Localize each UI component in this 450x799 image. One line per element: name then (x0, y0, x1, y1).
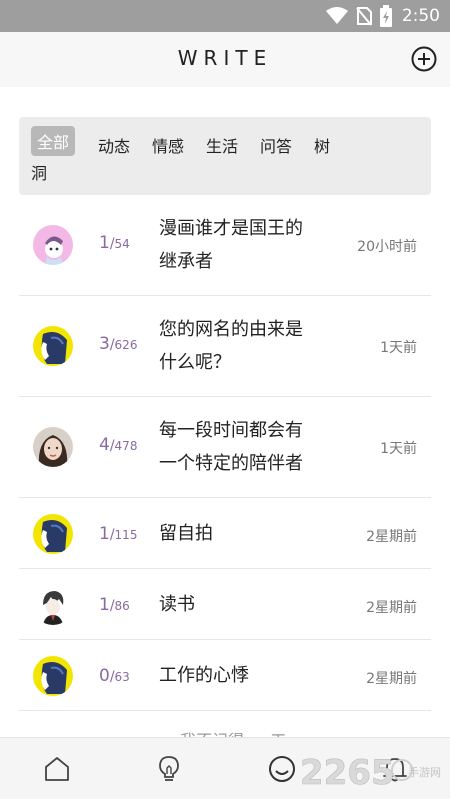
count-total: 115 (114, 528, 138, 542)
count-total: 54 (114, 237, 130, 251)
post-title-line: 您的网名的由来是 (159, 319, 303, 340)
post-title[interactable]: 留自拍 (159, 517, 329, 550)
list-item[interactable]: 1/54 漫画谁才是国王的 继承者 20小时前 (19, 195, 431, 296)
list-item[interactable]: 3/626 您的网名的由来是 什么呢？ 1天前 (19, 296, 431, 397)
blue-hair-avatar-icon (33, 326, 73, 366)
reply-count: 1/86 (99, 595, 155, 615)
list-item[interactable]: 4/478 每一段时间都会有 一个特定的陪伴者 1天前 (19, 397, 431, 498)
no-sim-icon (356, 7, 372, 26)
count-total: 478 (114, 439, 138, 453)
post-time: 2星期前 (366, 671, 417, 687)
reply-count: 1/54 (99, 233, 155, 253)
watermark: 2265 手游网 (296, 746, 446, 796)
count-current: 1 (99, 524, 110, 544)
page-title: WRITE (177, 46, 273, 70)
count-current: 1 (99, 233, 110, 253)
post-list: 1/54 漫画谁才是国王的 继承者 20小时前 3/626 您的网名的由来是 什… (19, 195, 431, 711)
tab-tree-hole[interactable]: 树 (314, 133, 330, 157)
post-title[interactable]: 您的网名的由来是 什么呢？ (159, 313, 329, 379)
avatar[interactable] (33, 514, 73, 554)
post-title[interactable]: 漫画谁才是国王的 继承者 (159, 212, 329, 278)
list-item[interactable]: 0/63 工作的心悸 2星期前 (19, 640, 431, 711)
post-title[interactable]: 读书 (159, 588, 329, 621)
count-current: 1 (99, 595, 110, 615)
wifi-icon (325, 7, 348, 24)
post-time: 20小时前 (357, 239, 417, 255)
count-current: 0 (99, 666, 110, 686)
list-item[interactable]: 1/115 留自拍 2星期前 (19, 498, 431, 569)
status-bar: 2:50 (0, 0, 450, 32)
tab-tree-hole-wrap[interactable]: 洞 (31, 160, 47, 184)
reply-count: 0/63 (99, 666, 155, 686)
count-total: 626 (114, 338, 138, 352)
count-total: 86 (114, 599, 130, 613)
status-time: 2:50 (401, 6, 440, 26)
post-time: 2星期前 (366, 600, 417, 616)
post-title-line: 继承者 (159, 251, 213, 272)
anime-boy-avatar-icon (33, 585, 73, 625)
watermark-number: 2265 (300, 753, 395, 793)
avatar[interactable] (33, 326, 73, 366)
tab-life[interactable]: 生活 (206, 133, 238, 157)
avatar[interactable] (33, 656, 73, 696)
post-title[interactable]: 工作的心悸 (159, 659, 329, 692)
avatar[interactable] (33, 427, 73, 467)
status-icons: 2:50 (325, 5, 440, 27)
lightbulb-icon[interactable] (155, 755, 183, 783)
watermark-logo-icon: 2265 手游网 (300, 753, 441, 794)
reply-count: 1/115 (99, 524, 155, 544)
post-title-line: 漫画谁才是国王的 (159, 218, 303, 239)
add-post-button[interactable] (411, 46, 437, 72)
girl-photo-avatar-icon (33, 427, 73, 467)
post-title-line: 一个特定的陪伴者 (159, 453, 303, 474)
count-current: 4 (99, 435, 110, 455)
blue-hair-avatar-icon (33, 656, 73, 696)
post-time: 1天前 (380, 441, 417, 457)
list-item[interactable]: 1/86 读书 2星期前 (19, 569, 431, 640)
post-title-line: 每一段时间都会有 (159, 420, 303, 441)
battery-charging-icon (379, 5, 392, 27)
post-title-line: 什么呢？ (159, 352, 231, 373)
post-time: 1天前 (380, 340, 417, 356)
tab-all[interactable]: 全部 (31, 126, 76, 156)
blue-hair-avatar-icon (33, 514, 73, 554)
reply-count: 3/626 (99, 334, 155, 354)
watermark-text: 手游网 (408, 765, 441, 779)
post-time: 2星期前 (366, 529, 417, 545)
app-header: WRITE (0, 32, 450, 87)
tab-dynamic[interactable]: 动态 (98, 133, 130, 157)
count-current: 3 (99, 334, 110, 354)
avatar[interactable] (33, 225, 73, 265)
count-total: 63 (114, 670, 130, 684)
anime-girl-avatar-icon (33, 225, 73, 265)
home-icon[interactable] (43, 755, 71, 783)
avatar[interactable] (33, 585, 73, 625)
tab-qa[interactable]: 问答 (260, 133, 292, 157)
category-tabs: 全部 动态 情感 生活 问答 树 洞 (19, 117, 431, 195)
smiley-icon[interactable] (268, 755, 296, 783)
post-title[interactable]: 每一段时间都会有 一个特定的陪伴者 (159, 414, 329, 480)
reply-count: 4/478 (99, 435, 155, 455)
list-item-partial[interactable]: … 我不记得 … 工 (19, 711, 431, 750)
tab-emotion[interactable]: 情感 (152, 133, 184, 157)
